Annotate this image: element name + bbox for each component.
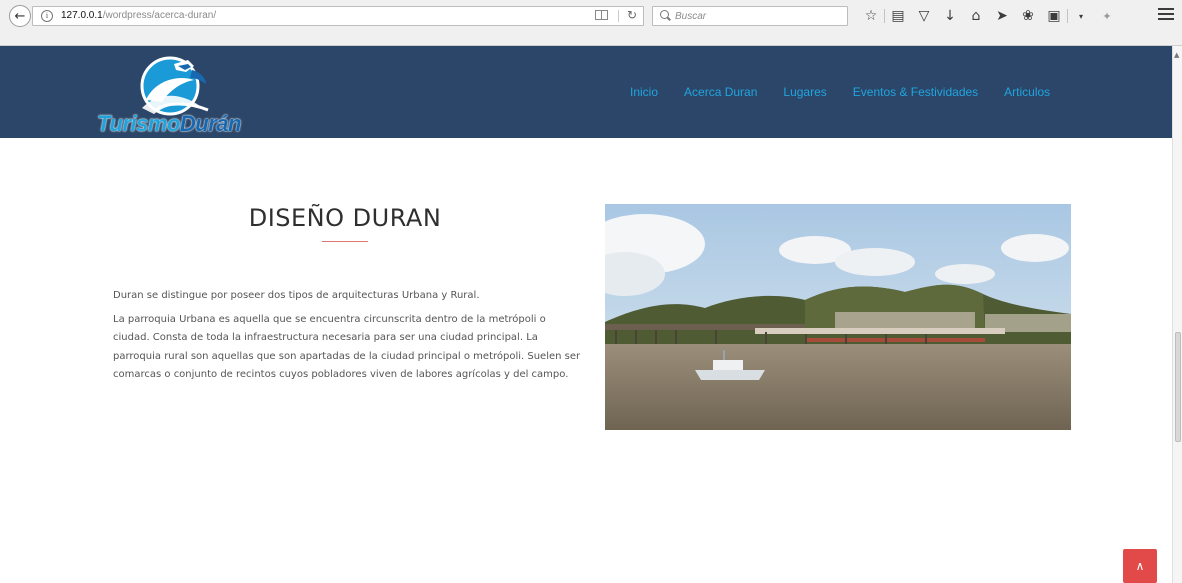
browser-toolbar: ← i 127.0.0.1/wordpress/acerca-duran/ ↻ … [0, 0, 1182, 46]
send-icon[interactable]: ➤ [989, 7, 1015, 25]
addon-icon[interactable]: ✦ [1094, 7, 1120, 25]
page-title: DISEÑO DURAN [248, 204, 442, 232]
bookmarks-library-icon[interactable]: ▤ [885, 7, 911, 25]
search-bar[interactable] [652, 6, 848, 26]
search-icon [660, 10, 669, 19]
chevron-up-icon: ∧ [1135, 559, 1145, 573]
clipboard-icon[interactable]: ▣ [1041, 7, 1067, 25]
paragraph: Duran se distingue por poseer dos tipos … [113, 290, 480, 301]
paragraph: La parroquia Urbana es aquella que se en… [113, 314, 581, 380]
landscape-image [605, 204, 1071, 430]
reader-view-icon[interactable] [595, 10, 608, 20]
chevron-down-icon[interactable]: ▾ [1068, 7, 1094, 25]
search-input[interactable] [675, 9, 835, 23]
reload-icon[interactable]: ↻ [627, 8, 637, 22]
extension-icon[interactable]: ❀ [1015, 7, 1041, 25]
logo-text: TurismoDurán [97, 111, 241, 136]
back-arrow-icon: ← [14, 8, 26, 24]
address-bar[interactable]: i 127.0.0.1/wordpress/acerca-duran/ ↻ [32, 6, 644, 26]
url-text: 127.0.0.1/wordpress/acerca-duran/ [61, 10, 217, 21]
nav-item-inicio[interactable]: Inicio [630, 85, 658, 99]
pocket-icon[interactable]: ▽ [911, 7, 937, 25]
nav-item-lugares[interactable]: Lugares [783, 85, 826, 99]
toolbar-icons: ☆ ▤ ▽ ↓ ⌂ ➤ ❀ ▣ ▾ ✦ [858, 7, 1120, 25]
download-icon[interactable]: ↓ [937, 7, 963, 25]
bookmark-star-icon[interactable]: ☆ [858, 7, 884, 25]
scroll-thumb[interactable] [1175, 332, 1181, 442]
page-scrollbar[interactable]: ▲ [1172, 46, 1182, 583]
site-header: TurismoDurán Inicio Acerca Duran Lugares… [0, 46, 1172, 138]
home-icon[interactable]: ⌂ [963, 7, 989, 25]
nav-item-acerca-duran[interactable]: Acerca Duran [684, 85, 757, 99]
back-to-top-button[interactable]: ∧ [1123, 549, 1157, 583]
content-text: Duran se distingue por poseer dos tipos … [113, 287, 583, 390]
hamburger-menu-icon[interactable] [1158, 8, 1174, 22]
info-icon[interactable]: i [41, 10, 53, 22]
main-nav: Inicio Acerca Duran Lugares Eventos & Fe… [630, 85, 1076, 99]
nav-item-eventos[interactable]: Eventos & Festividades [853, 85, 978, 99]
back-button[interactable]: ← [9, 5, 31, 27]
nav-item-articulos[interactable]: Articulos [1004, 85, 1050, 99]
scroll-up-icon[interactable]: ▲ [1174, 51, 1179, 59]
duran-photo [605, 204, 1071, 430]
title-underline [322, 241, 368, 242]
site-logo[interactable]: TurismoDurán [96, 52, 256, 136]
